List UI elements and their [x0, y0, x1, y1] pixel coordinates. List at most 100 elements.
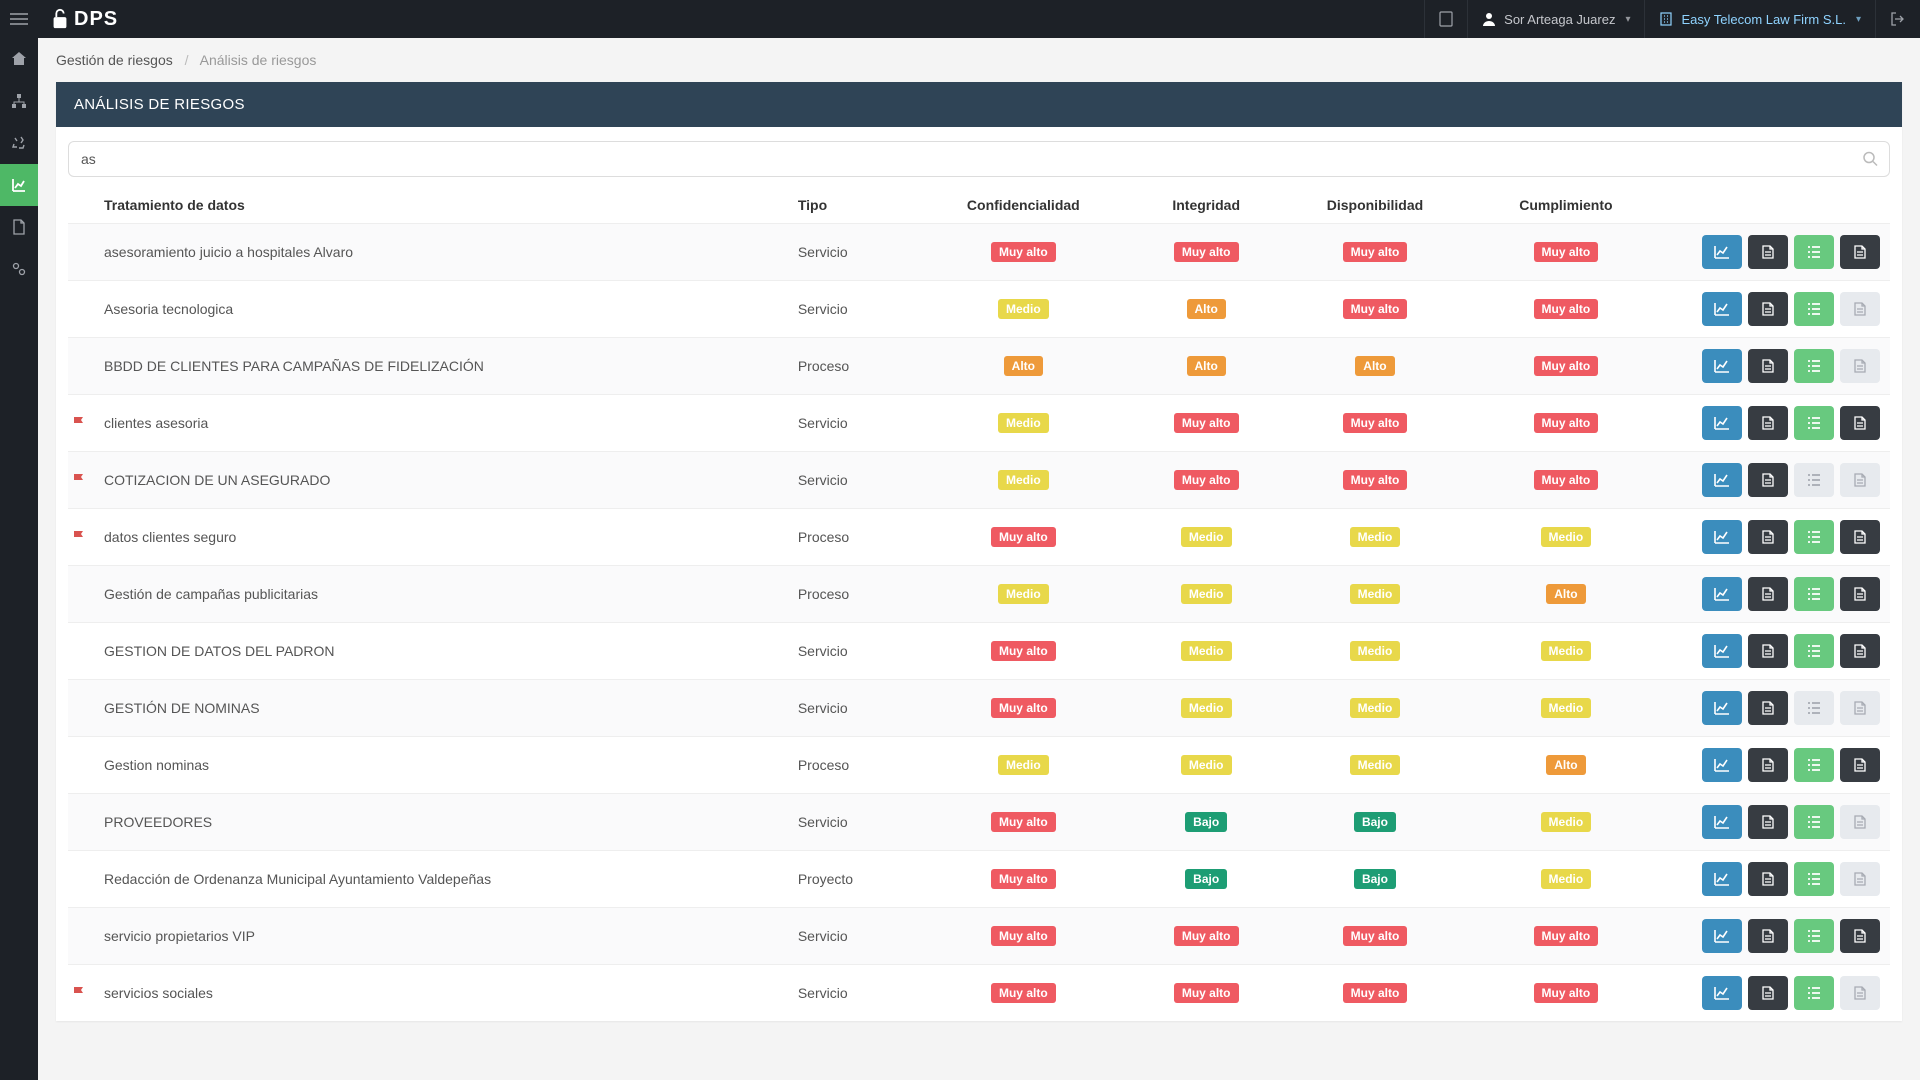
search-input[interactable]: [68, 141, 1890, 177]
list-button[interactable]: [1794, 862, 1834, 896]
report-button[interactable]: [1840, 748, 1880, 782]
row-actions: [1668, 349, 1882, 383]
doc-button[interactable]: [1748, 691, 1788, 725]
level-badge: Medio: [998, 470, 1049, 490]
table-row: servicios socialesServicioMuy altoMuy al…: [68, 965, 1890, 1022]
level-badge: Medio: [998, 413, 1049, 433]
row-name: BBDD DE CLIENTES PARA CAMPAÑAS DE FIDELI…: [96, 338, 790, 395]
doc-button[interactable]: [1748, 463, 1788, 497]
list-button[interactable]: [1794, 235, 1834, 269]
list-button[interactable]: [1794, 748, 1834, 782]
level-badge: Medio: [1350, 584, 1401, 604]
report-button[interactable]: [1840, 577, 1880, 611]
table-row: Gestión de campañas publicitariasProceso…: [68, 566, 1890, 623]
row-actions: [1668, 634, 1882, 668]
list-button[interactable]: [1794, 520, 1834, 554]
level-badge: Alto: [1546, 755, 1585, 775]
org-menu[interactable]: Easy Telecom Law Firm S.L. ▾: [1644, 0, 1875, 38]
row-name: GESTIÓN DE NOMINAS: [96, 680, 790, 737]
row-type: Proceso: [790, 509, 913, 566]
chart-button[interactable]: [1702, 235, 1742, 269]
level-badge: Muy alto: [1534, 926, 1599, 946]
table-row: Asesoria tecnologicaServicioMedioAltoMuy…: [68, 281, 1890, 338]
chart-button[interactable]: [1702, 406, 1742, 440]
doc-button[interactable]: [1748, 406, 1788, 440]
level-badge: Muy alto: [991, 242, 1056, 262]
search-box: [68, 141, 1890, 177]
doc-button[interactable]: [1748, 577, 1788, 611]
row-name: Gestión de campañas publicitarias: [96, 566, 790, 623]
chart-button[interactable]: [1702, 520, 1742, 554]
report-button[interactable]: [1840, 235, 1880, 269]
doc-button[interactable]: [1748, 292, 1788, 326]
row-actions: [1668, 577, 1882, 611]
chart-button[interactable]: [1702, 748, 1742, 782]
level-badge: Muy alto: [1174, 242, 1239, 262]
sidebar-item-recycle[interactable]: [0, 122, 38, 164]
sidebar-item-org[interactable]: [0, 80, 38, 122]
level-badge: Medio: [998, 584, 1049, 604]
table-row: Redacción de Ordenanza Municipal Ayuntam…: [68, 851, 1890, 908]
report-button: [1840, 862, 1880, 896]
list-button[interactable]: [1794, 349, 1834, 383]
chart-button[interactable]: [1702, 349, 1742, 383]
col-disp: Disponibilidad: [1278, 187, 1472, 224]
chart-button[interactable]: [1702, 292, 1742, 326]
org-name: Easy Telecom Law Firm S.L.: [1681, 12, 1845, 27]
document-icon: [12, 219, 26, 235]
report-button[interactable]: [1840, 919, 1880, 953]
list-button[interactable]: [1794, 292, 1834, 326]
chart-button[interactable]: [1702, 691, 1742, 725]
chart-button[interactable]: [1702, 976, 1742, 1010]
menu-toggle-button[interactable]: [0, 0, 38, 38]
chart-button[interactable]: [1702, 805, 1742, 839]
report-button[interactable]: [1840, 406, 1880, 440]
list-button[interactable]: [1794, 976, 1834, 1010]
breadcrumb-root[interactable]: Gestión de riesgos: [56, 52, 173, 68]
logout-button[interactable]: [1875, 0, 1920, 38]
level-badge: Muy alto: [1343, 926, 1408, 946]
row-name: datos clientes seguro: [96, 509, 790, 566]
row-actions: [1668, 805, 1882, 839]
row-type: Proyecto: [790, 851, 913, 908]
breadcrumb-separator: /: [177, 52, 197, 68]
report-button: [1840, 691, 1880, 725]
doc-button[interactable]: [1748, 520, 1788, 554]
user-menu[interactable]: Sor Arteaga Juarez ▾: [1467, 0, 1644, 38]
chart-button[interactable]: [1702, 634, 1742, 668]
level-badge: Medio: [998, 755, 1049, 775]
sidebar-item-docs[interactable]: [0, 206, 38, 248]
doc-button[interactable]: [1748, 919, 1788, 953]
sidebar-item-settings[interactable]: [0, 248, 38, 290]
level-badge: Muy alto: [991, 926, 1056, 946]
doc-button[interactable]: [1748, 634, 1788, 668]
col-conf: Confidencialidad: [912, 187, 1134, 224]
sidebar-item-analytics[interactable]: [0, 164, 38, 206]
search-icon[interactable]: [1863, 152, 1878, 167]
level-badge: Medio: [998, 299, 1049, 319]
level-badge: Medio: [1350, 755, 1401, 775]
list-button[interactable]: [1794, 634, 1834, 668]
list-button[interactable]: [1794, 406, 1834, 440]
chart-button[interactable]: [1702, 577, 1742, 611]
chart-button[interactable]: [1702, 862, 1742, 896]
doc-button[interactable]: [1748, 235, 1788, 269]
list-button[interactable]: [1794, 919, 1834, 953]
doc-button[interactable]: [1748, 349, 1788, 383]
row-name: servicios sociales: [96, 965, 790, 1022]
chevron-down-icon: ▾: [1856, 14, 1861, 25]
doc-button[interactable]: [1748, 862, 1788, 896]
report-button[interactable]: [1840, 520, 1880, 554]
doc-button[interactable]: [1748, 748, 1788, 782]
sidebar-item-home[interactable]: [0, 38, 38, 80]
chart-button[interactable]: [1702, 919, 1742, 953]
list-button[interactable]: [1794, 805, 1834, 839]
chart-button[interactable]: [1702, 463, 1742, 497]
clipboard-button[interactable]: [1424, 0, 1467, 38]
level-badge: Muy alto: [991, 698, 1056, 718]
list-button[interactable]: [1794, 577, 1834, 611]
doc-button[interactable]: [1748, 805, 1788, 839]
row-type: Servicio: [790, 908, 913, 965]
doc-button[interactable]: [1748, 976, 1788, 1010]
report-button[interactable]: [1840, 634, 1880, 668]
